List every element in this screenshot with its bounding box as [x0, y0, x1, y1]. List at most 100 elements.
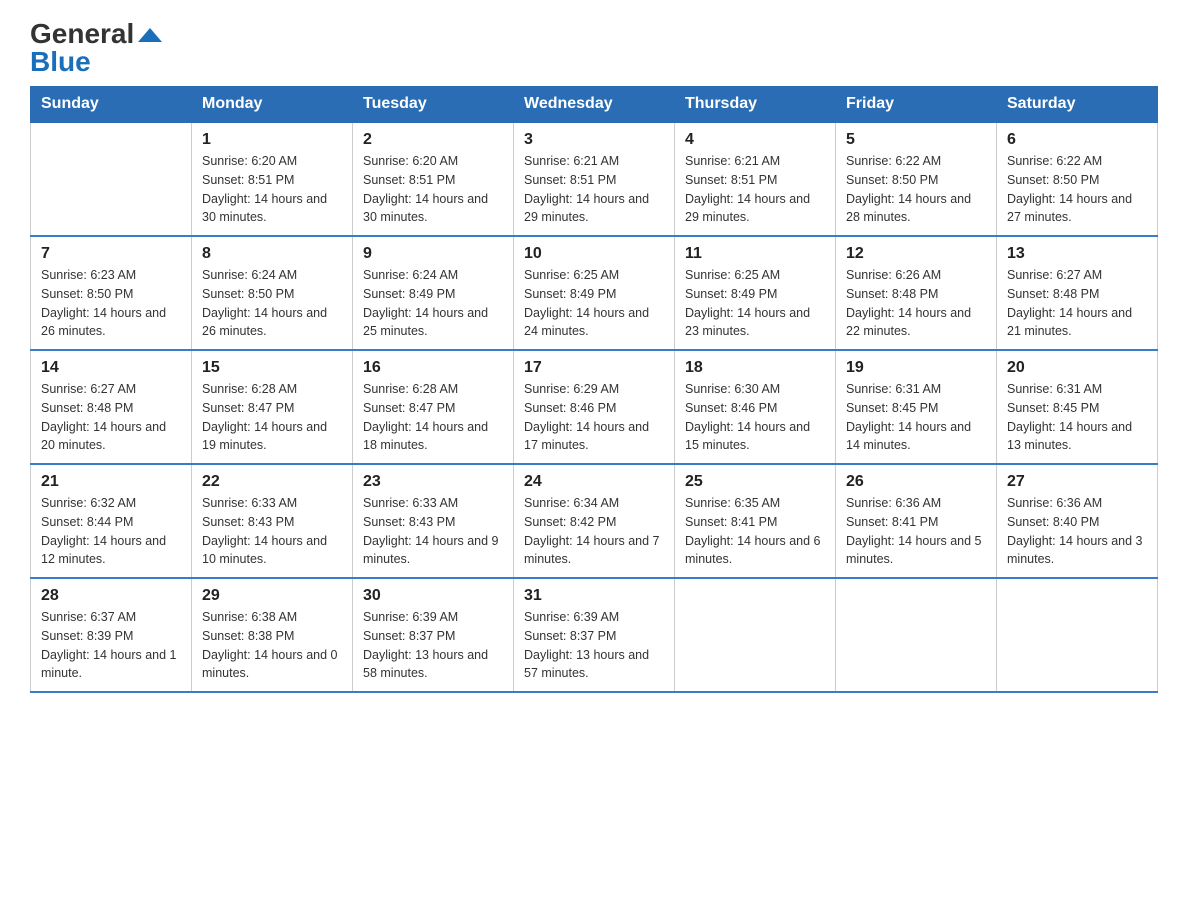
- calendar-week-1: 1 Sunrise: 6:20 AMSunset: 8:51 PMDaylight…: [31, 122, 1158, 236]
- day-number: 22: [202, 473, 342, 491]
- day-info: Sunrise: 6:23 AMSunset: 8:50 PMDaylight:…: [41, 266, 181, 341]
- calendar-cell: 18 Sunrise: 6:30 AMSunset: 8:46 PMDayligh…: [675, 350, 836, 464]
- col-header-sunday: Sunday: [31, 87, 192, 123]
- day-info: Sunrise: 6:33 AMSunset: 8:43 PMDaylight:…: [202, 494, 342, 569]
- calendar-cell: 17 Sunrise: 6:29 AMSunset: 8:46 PMDayligh…: [514, 350, 675, 464]
- calendar-cell: 4 Sunrise: 6:21 AMSunset: 8:51 PMDaylight…: [675, 122, 836, 236]
- calendar-cell: 31 Sunrise: 6:39 AMSunset: 8:37 PMDayligh…: [514, 578, 675, 692]
- calendar-cell: 2 Sunrise: 6:20 AMSunset: 8:51 PMDaylight…: [353, 122, 514, 236]
- day-info: Sunrise: 6:36 AMSunset: 8:40 PMDaylight:…: [1007, 494, 1147, 569]
- col-header-thursday: Thursday: [675, 87, 836, 123]
- day-info: Sunrise: 6:24 AMSunset: 8:49 PMDaylight:…: [363, 266, 503, 341]
- day-number: 21: [41, 473, 181, 491]
- calendar-cell: 25 Sunrise: 6:35 AMSunset: 8:41 PMDayligh…: [675, 464, 836, 578]
- day-number: 1: [202, 131, 342, 149]
- day-number: 27: [1007, 473, 1147, 491]
- day-number: 31: [524, 587, 664, 605]
- day-number: 3: [524, 131, 664, 149]
- calendar-cell: 27 Sunrise: 6:36 AMSunset: 8:40 PMDayligh…: [997, 464, 1158, 578]
- day-number: 14: [41, 359, 181, 377]
- day-number: 24: [524, 473, 664, 491]
- day-number: 25: [685, 473, 825, 491]
- calendar-cell: 22 Sunrise: 6:33 AMSunset: 8:43 PMDayligh…: [192, 464, 353, 578]
- day-number: 8: [202, 245, 342, 263]
- calendar-cell: 20 Sunrise: 6:31 AMSunset: 8:45 PMDayligh…: [997, 350, 1158, 464]
- logo: General Blue: [30, 20, 162, 76]
- day-number: 13: [1007, 245, 1147, 263]
- day-info: Sunrise: 6:32 AMSunset: 8:44 PMDaylight:…: [41, 494, 181, 569]
- day-number: 9: [363, 245, 503, 263]
- day-number: 12: [846, 245, 986, 263]
- calendar-cell: 23 Sunrise: 6:33 AMSunset: 8:43 PMDayligh…: [353, 464, 514, 578]
- calendar-week-4: 21 Sunrise: 6:32 AMSunset: 8:44 PMDayligh…: [31, 464, 1158, 578]
- calendar-cell: 5Sunrise: 6:22 AMSunset: 8:50 PMDaylight…: [836, 122, 997, 236]
- day-number: 6: [1007, 131, 1147, 149]
- day-number: 4: [685, 131, 825, 149]
- col-header-wednesday: Wednesday: [514, 87, 675, 123]
- day-number: 2: [363, 131, 503, 149]
- page-header: General Blue: [30, 20, 1158, 76]
- day-info: Sunrise: 6:28 AMSunset: 8:47 PMDaylight:…: [363, 380, 503, 455]
- day-info: Sunrise: 6:25 AMSunset: 8:49 PMDaylight:…: [524, 266, 664, 341]
- calendar-table: SundayMondayTuesdayWednesdayThursdayFrid…: [30, 86, 1158, 693]
- calendar-cell: [31, 122, 192, 236]
- col-header-saturday: Saturday: [997, 87, 1158, 123]
- day-info: Sunrise: 6:24 AMSunset: 8:50 PMDaylight:…: [202, 266, 342, 341]
- calendar-week-2: 7 Sunrise: 6:23 AMSunset: 8:50 PMDaylight…: [31, 236, 1158, 350]
- day-number: 11: [685, 245, 825, 263]
- day-number: 17: [524, 359, 664, 377]
- day-info: Sunrise: 6:34 AMSunset: 8:42 PMDaylight:…: [524, 494, 664, 569]
- day-info: Sunrise: 6:39 AMSunset: 8:37 PMDaylight:…: [524, 608, 664, 683]
- day-info: Sunrise: 6:37 AMSunset: 8:39 PMDaylight:…: [41, 608, 181, 683]
- day-number: 19: [846, 359, 986, 377]
- day-info: Sunrise: 6:28 AMSunset: 8:47 PMDaylight:…: [202, 380, 342, 455]
- day-number: 15: [202, 359, 342, 377]
- calendar-cell: 1Sunrise: 6:20 AMSunset: 8:51 PMDaylight…: [192, 122, 353, 236]
- day-info: Sunrise: 6:27 AMSunset: 8:48 PMDaylight:…: [41, 380, 181, 455]
- day-number: 26: [846, 473, 986, 491]
- day-info: Sunrise: 6:33 AMSunset: 8:43 PMDaylight:…: [363, 494, 503, 569]
- day-info: Sunrise: 6:26 AMSunset: 8:48 PMDaylight:…: [846, 266, 986, 341]
- calendar-cell: [997, 578, 1158, 692]
- day-number: 29: [202, 587, 342, 605]
- day-number: 7: [41, 245, 181, 263]
- day-info: Sunrise: 6:31 AMSunset: 8:45 PMDaylight:…: [1007, 380, 1147, 455]
- calendar-cell: 8 Sunrise: 6:24 AMSunset: 8:50 PMDaylight…: [192, 236, 353, 350]
- col-header-monday: Monday: [192, 87, 353, 123]
- day-number: 5: [846, 131, 986, 149]
- calendar-week-3: 14 Sunrise: 6:27 AMSunset: 8:48 PMDayligh…: [31, 350, 1158, 464]
- calendar-cell: 19Sunrise: 6:31 AMSunset: 8:45 PMDayligh…: [836, 350, 997, 464]
- calendar-cell: 15 Sunrise: 6:28 AMSunset: 8:47 PMDayligh…: [192, 350, 353, 464]
- day-number: 30: [363, 587, 503, 605]
- calendar-cell: 10 Sunrise: 6:25 AMSunset: 8:49 PMDayligh…: [514, 236, 675, 350]
- day-info: Sunrise: 6:36 AMSunset: 8:41 PMDaylight:…: [846, 494, 986, 569]
- calendar-cell: 6 Sunrise: 6:22 AMSunset: 8:50 PMDaylight…: [997, 122, 1158, 236]
- calendar-cell: 11Sunrise: 6:25 AMSunset: 8:49 PMDayligh…: [675, 236, 836, 350]
- calendar-cell: 28Sunrise: 6:37 AMSunset: 8:39 PMDayligh…: [31, 578, 192, 692]
- calendar-cell: 13Sunrise: 6:27 AMSunset: 8:48 PMDayligh…: [997, 236, 1158, 350]
- day-info: Sunrise: 6:22 AMSunset: 8:50 PMDaylight:…: [1007, 152, 1147, 227]
- day-info: Sunrise: 6:20 AMSunset: 8:51 PMDaylight:…: [363, 152, 503, 227]
- day-number: 23: [363, 473, 503, 491]
- day-number: 18: [685, 359, 825, 377]
- day-info: Sunrise: 6:21 AMSunset: 8:51 PMDaylight:…: [685, 152, 825, 227]
- calendar-cell: 24 Sunrise: 6:34 AMSunset: 8:42 PMDayligh…: [514, 464, 675, 578]
- calendar-cell: 29 Sunrise: 6:38 AMSunset: 8:38 PMDayligh…: [192, 578, 353, 692]
- day-info: Sunrise: 6:29 AMSunset: 8:46 PMDaylight:…: [524, 380, 664, 455]
- day-info: Sunrise: 6:39 AMSunset: 8:37 PMDaylight:…: [363, 608, 503, 683]
- day-number: 10: [524, 245, 664, 263]
- day-info: Sunrise: 6:38 AMSunset: 8:38 PMDaylight:…: [202, 608, 342, 683]
- col-header-friday: Friday: [836, 87, 997, 123]
- calendar-cell: 7 Sunrise: 6:23 AMSunset: 8:50 PMDaylight…: [31, 236, 192, 350]
- calendar-cell: [675, 578, 836, 692]
- calendar-cell: 14 Sunrise: 6:27 AMSunset: 8:48 PMDayligh…: [31, 350, 192, 464]
- calendar-cell: 16 Sunrise: 6:28 AMSunset: 8:47 PMDayligh…: [353, 350, 514, 464]
- header-row: SundayMondayTuesdayWednesdayThursdayFrid…: [31, 87, 1158, 123]
- day-number: 20: [1007, 359, 1147, 377]
- day-number: 16: [363, 359, 503, 377]
- col-header-tuesday: Tuesday: [353, 87, 514, 123]
- calendar-cell: 30 Sunrise: 6:39 AMSunset: 8:37 PMDayligh…: [353, 578, 514, 692]
- calendar-cell: 21 Sunrise: 6:32 AMSunset: 8:44 PMDayligh…: [31, 464, 192, 578]
- day-info: Sunrise: 6:30 AMSunset: 8:46 PMDaylight:…: [685, 380, 825, 455]
- day-info: Sunrise: 6:35 AMSunset: 8:41 PMDaylight:…: [685, 494, 825, 569]
